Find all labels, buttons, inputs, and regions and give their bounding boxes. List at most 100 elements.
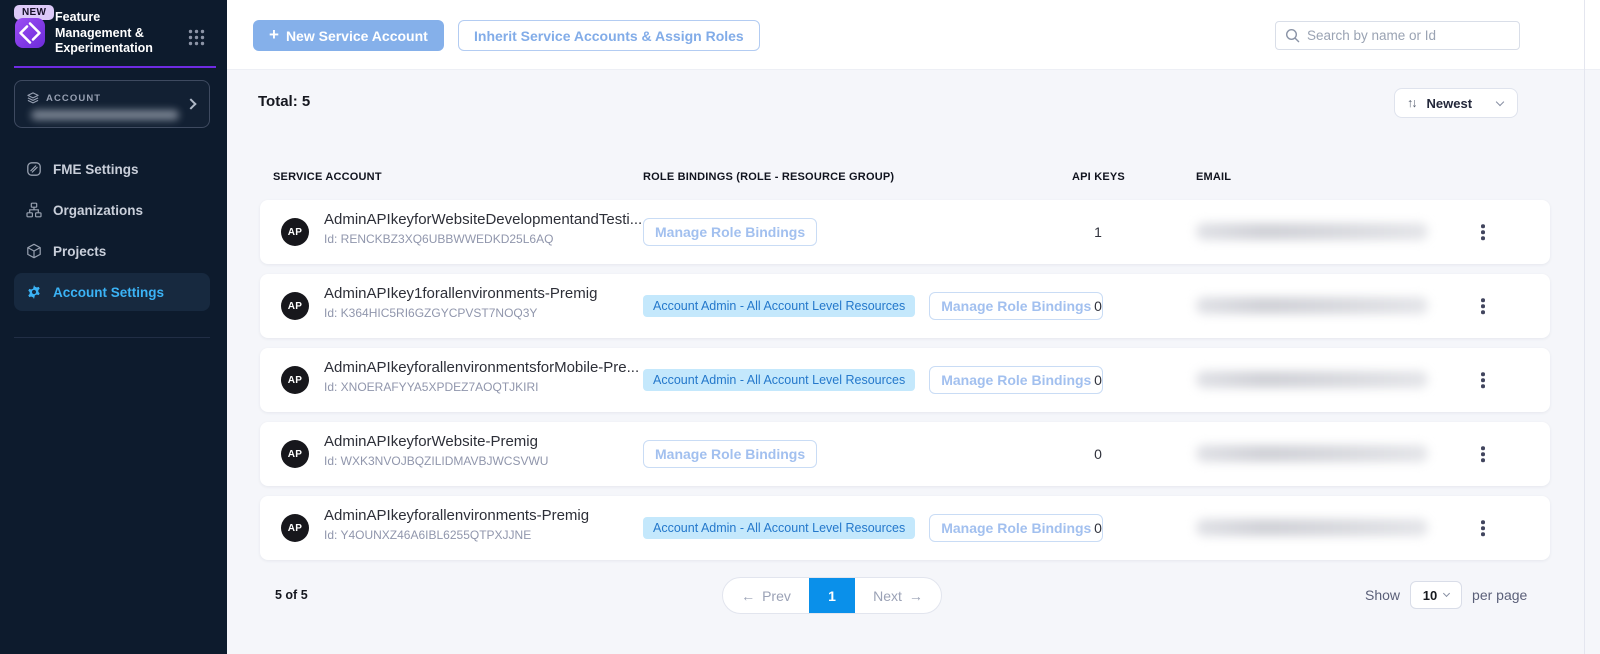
kebab-menu-icon[interactable] [1476, 515, 1490, 541]
email-cell [1196, 445, 1428, 462]
role-bindings-cell: Account Admin - All Account Level Resour… [643, 496, 1103, 560]
sidebar-divider [14, 337, 210, 338]
organizations-icon [26, 202, 42, 218]
manage-role-bindings-button[interactable]: Manage Role Bindings [643, 440, 817, 468]
table-row: AP AdminAPIkey1forallenvironments-Premig… [260, 274, 1550, 338]
service-account-name: AdminAPIkeyforallenvironmentsforMobile-P… [324, 359, 639, 376]
api-keys-count: 1 [1072, 200, 1124, 264]
sidebar-item-fme-settings[interactable]: FME Settings [14, 150, 210, 188]
api-keys-count: 0 [1072, 422, 1124, 486]
email-cell [1196, 297, 1428, 314]
arrow-right-icon: → [909, 588, 923, 604]
service-account-id: Id: K364HIC5RI6GZGYCPVST7NOQ3Y [324, 306, 597, 320]
sort-arrows-icon: ↑↓ [1407, 96, 1416, 110]
search-box [1275, 21, 1520, 50]
gear-icon [26, 284, 42, 300]
inherit-service-accounts-button[interactable]: Inherit Service Accounts & Assign Roles [458, 20, 760, 51]
cube-icon [26, 243, 42, 259]
service-account-name: AdminAPIkeyforWebsite-Premig [324, 433, 548, 450]
sidebar-item-label: Organizations [53, 203, 143, 218]
service-account-cell: AdminAPIkeyforWebsite-Premig Id: WXK3NVO… [324, 433, 548, 468]
email-redacted [1196, 223, 1428, 240]
arrow-left-icon: ← [741, 588, 755, 604]
avatar: AP [281, 366, 309, 394]
role-binding-badge: Account Admin - All Account Level Resour… [643, 295, 915, 317]
per-page-label: per page [1472, 587, 1527, 603]
service-account-cell: AdminAPIkeyforWebsiteDevelopmentandTesti… [324, 211, 642, 246]
sidebar-item-label: Projects [53, 244, 106, 259]
search-icon [1285, 28, 1300, 43]
kebab-menu-icon[interactable] [1476, 219, 1490, 245]
pagination: ← Prev 1 Next → [722, 577, 942, 614]
api-keys-count: 0 [1072, 348, 1124, 412]
email-cell [1196, 371, 1428, 388]
rows-container: AP AdminAPIkeyforWebsiteDevelopmentandTe… [260, 200, 1550, 570]
toolbar: + New Service Account Inherit Service Ac… [227, 0, 1600, 70]
role-bindings-cell: Account Admin - All Account Level Resour… [643, 348, 1103, 412]
service-account-id: Id: WXK3NVOJBQZILIDMAVBJWCSVWU [324, 454, 548, 468]
search-input[interactable] [1307, 28, 1510, 43]
sidebar-item-label: Account Settings [53, 285, 164, 300]
role-binding-badge: Account Admin - All Account Level Resour… [643, 369, 915, 391]
sidebar-item-projects[interactable]: Projects [14, 232, 210, 270]
page-1-button[interactable]: 1 [809, 578, 855, 613]
sort-dropdown[interactable]: ↑↓ Newest [1394, 88, 1518, 118]
email-redacted [1196, 297, 1428, 314]
table-row: AP AdminAPIkeyforallenvironments-Premig … [260, 496, 1550, 560]
account-name-redacted [31, 110, 179, 120]
account-switcher[interactable]: ACCOUNT [14, 80, 210, 128]
per-page-dropdown[interactable]: 10 [1410, 581, 1462, 609]
brand-divider [14, 66, 216, 68]
account-label: ACCOUNT [46, 93, 101, 104]
role-binding-badge: Account Admin - All Account Level Resour… [643, 517, 915, 539]
column-header-api-keys: API KEYS [1072, 171, 1125, 183]
kebab-menu-icon[interactable] [1476, 441, 1490, 467]
fme-logo-icon [15, 18, 45, 48]
service-account-id: Id: Y4OUNXZ46A6IBL6255QTPXJJNE [324, 528, 589, 542]
table-row: AP AdminAPIkeyforallenvironmentsforMobil… [260, 348, 1550, 412]
layers-icon [27, 92, 39, 104]
total-count: Total: 5 [258, 93, 310, 110]
new-service-account-button[interactable]: + New Service Account [253, 20, 444, 51]
table-row: AP AdminAPIkeyforWebsite-Premig Id: WXK3… [260, 422, 1550, 486]
show-label: Show [1365, 587, 1400, 603]
email-redacted [1196, 371, 1428, 388]
role-bindings-cell: Manage Role Bindings [643, 422, 817, 486]
plus-icon: + [269, 25, 279, 45]
service-account-name: AdminAPIkey1forallenvironments-Premig [324, 285, 597, 302]
avatar: AP [281, 514, 309, 542]
sidebar-item-organizations[interactable]: Organizations [14, 191, 210, 229]
column-header-service-account: SERVICE ACCOUNT [273, 171, 382, 183]
sidebar-item-account-settings[interactable]: Account Settings [14, 273, 210, 311]
avatar: AP [281, 218, 309, 246]
service-account-cell: AdminAPIkeyforallenvironmentsforMobile-P… [324, 359, 639, 394]
main-content: + New Service Account Inherit Service Ac… [227, 0, 1600, 654]
app-switcher-icon[interactable] [188, 29, 205, 46]
api-keys-count: 0 [1072, 274, 1124, 338]
service-account-name: AdminAPIkeyforallenvironments-Premig [324, 507, 589, 524]
next-page-button[interactable]: Next → [855, 578, 941, 613]
kebab-menu-icon[interactable] [1476, 293, 1490, 319]
service-account-name: AdminAPIkeyforWebsiteDevelopmentandTesti… [324, 211, 642, 228]
api-keys-count: 0 [1072, 496, 1124, 560]
service-account-cell: AdminAPIkey1forallenvironments-Premig Id… [324, 285, 597, 320]
email-cell [1196, 223, 1428, 240]
avatar: AP [281, 292, 309, 320]
service-account-id: Id: RENCKBZ3XQ6UBBWWEDKD25L6AQ [324, 232, 642, 246]
service-account-id: Id: XNOERAFYYA5XPDEZ7AOQTJKIRI [324, 380, 639, 394]
scrollbar-track [1584, 0, 1585, 654]
manage-role-bindings-button[interactable]: Manage Role Bindings [643, 218, 817, 246]
service-account-cell: AdminAPIkeyforallenvironments-Premig Id:… [324, 507, 589, 542]
sidebar-item-label: FME Settings [53, 162, 139, 177]
table-header: SERVICE ACCOUNT ROLE BINDINGS (ROLE - RE… [260, 171, 1600, 183]
product-title: Feature Management & Experimentation [55, 10, 171, 57]
result-count: 5 of 5 [275, 588, 308, 602]
avatar: AP [281, 440, 309, 468]
table-row: AP AdminAPIkeyforWebsiteDevelopmentandTe… [260, 200, 1550, 264]
sidebar-nav: FME Settings Organizations Projects [0, 150, 227, 314]
kebab-menu-icon[interactable] [1476, 367, 1490, 393]
sidebar: NEW Feature Management & Experimentation [0, 0, 227, 654]
fme-settings-icon [26, 161, 42, 177]
chevron-right-icon [187, 95, 195, 113]
prev-page-button[interactable]: ← Prev [723, 578, 809, 613]
